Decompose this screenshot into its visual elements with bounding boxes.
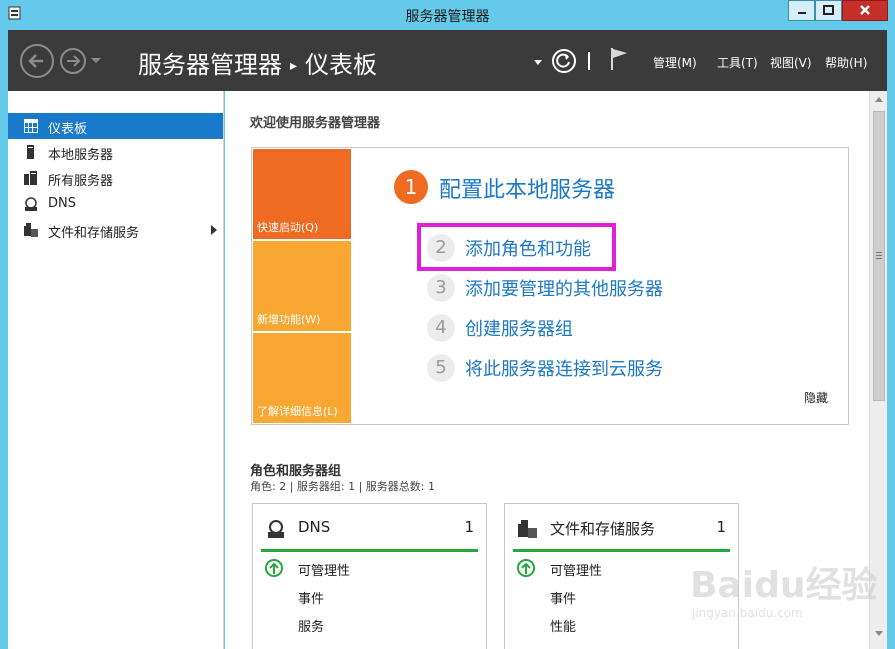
watermark-logo: Baidu经验 (690, 565, 878, 606)
window-title: 服务器管理器 (405, 9, 490, 25)
close-button[interactable] (842, 0, 888, 21)
roles-summary: 角色: 2 | 服务器组: 1 | 服务器总数: 1 (250, 480, 436, 493)
step-configure-local-server-link[interactable]: 配置此本地服务器 (439, 172, 615, 204)
scroll-up-arrow-icon[interactable] (875, 97, 883, 102)
arrow-right-icon (67, 55, 81, 67)
sidebar-item-dashboard[interactable]: 仪表板 (8, 113, 223, 139)
grip-icon (876, 252, 882, 259)
hide-link[interactable]: 隐藏 (804, 389, 828, 406)
header-bar: 服务器管理器 ▸ 仪表板 管理(M) 工具(T) 视图(V) 帮助(H) (8, 30, 887, 91)
sidebar-item-dns[interactable]: DNS (8, 191, 223, 217)
breadcrumb: 服务器管理器 ▸ 仪表板 (138, 45, 377, 80)
file-storage-icon (518, 520, 537, 538)
watermark-url: jingyan.baidu.com (692, 606, 803, 620)
role-card-title: 文件和存储服务 (550, 520, 656, 538)
notifications-flag-icon[interactable] (609, 47, 629, 71)
role-row-manageability[interactable]: 可管理性 (550, 560, 602, 579)
role-row-manageability[interactable]: 可管理性 (298, 560, 350, 579)
menu-tools[interactable]: 工具(T) (717, 54, 758, 71)
step-link[interactable]: 添加要管理的其他服务器 (465, 275, 663, 301)
role-card-title: DNS (298, 518, 331, 536)
tile-label: 了解详细信息(L) (257, 405, 338, 418)
tile-quick-start[interactable]: 快速启动(Q) (253, 149, 351, 239)
roles-heading: 角色和服务器组 (250, 464, 342, 479)
sidebar-item-file-storage[interactable]: 文件和存储服务 (8, 217, 223, 243)
sidebar-item-label: DNS (48, 196, 76, 211)
role-row-performance[interactable]: 性能 (550, 616, 576, 635)
tile-learn-more[interactable]: 了解详细信息(L) (253, 333, 351, 423)
dashboard-icon (24, 119, 38, 133)
sidebar-item-label: 文件和存储服务 (48, 226, 140, 241)
dns-icon (25, 197, 37, 211)
scrollbar-thumb[interactable] (873, 111, 885, 401)
refresh-button[interactable] (552, 49, 576, 73)
sidebar-item-label: 所有服务器 (48, 174, 114, 189)
dns-icon (268, 520, 284, 538)
nav-history-dropdown[interactable] (91, 58, 101, 63)
welcome-heading: 欢迎使用服务器管理器 (250, 116, 381, 131)
maximize-button[interactable] (815, 0, 842, 21)
annotation-highlight-box (417, 223, 616, 271)
refresh-icon (556, 53, 570, 68)
role-row-events[interactable]: 事件 (550, 588, 576, 607)
chevron-right-icon[interactable] (211, 225, 217, 235)
role-card-dns[interactable]: DNS 1 可管理性 事件 服务 (252, 503, 487, 649)
baidu-watermark: Baidu经验 jingyan.baidu.com (690, 556, 880, 636)
step-number: 1 (394, 170, 428, 204)
all-servers-icon (24, 171, 37, 185)
sidebar-item-local-server[interactable]: 本地服务器 (8, 139, 223, 165)
role-status-bar (513, 549, 730, 552)
back-button[interactable] (20, 44, 54, 78)
arrow-left-icon (28, 54, 43, 68)
breadcrumb-root[interactable]: 服务器管理器 (138, 51, 282, 79)
step-link[interactable]: 将此服务器连接到云服务 (465, 355, 663, 381)
close-icon (860, 5, 870, 15)
forward-button[interactable] (60, 48, 86, 74)
local-server-icon (27, 145, 34, 159)
sidebar-item-all-servers[interactable]: 所有服务器 (8, 165, 223, 191)
maximize-icon (823, 5, 834, 15)
status-ok-icon (517, 559, 535, 577)
quick-start-panel: 快速启动(Q) 新增功能(W) 了解详细信息(L) 1 配置此本地服务器 2 添… (251, 147, 849, 425)
file-storage-icon (24, 223, 38, 237)
role-status-bar (261, 549, 478, 552)
step-link[interactable]: 创建服务器组 (465, 315, 573, 341)
tile-label: 快速启动(Q) (257, 221, 319, 234)
role-row-services[interactable]: 服务 (298, 616, 324, 635)
role-row-events[interactable]: 事件 (298, 588, 324, 607)
header-divider (588, 52, 590, 70)
step-number: 3 (427, 274, 455, 302)
header-dropdown[interactable] (534, 60, 542, 65)
menu-manage[interactable]: 管理(M) (653, 54, 697, 71)
role-card-count: 1 (464, 518, 474, 536)
tile-label: 新增功能(W) (257, 313, 321, 326)
sidebar: 仪表板 本地服务器 所有服务器 DNS 文件和存储服务 (8, 91, 224, 649)
minimize-icon (798, 12, 806, 14)
tile-whats-new[interactable]: 新增功能(W) (253, 241, 351, 331)
sidebar-item-label: 仪表板 (48, 122, 88, 137)
sidebar-item-label: 本地服务器 (48, 148, 114, 163)
step-number: 5 (427, 354, 455, 382)
server-manager-window: 服务器管理器 服务器管理器 ▸ 仪表板 管理(M) 工具(T) 视图(V) 帮助… (0, 0, 895, 649)
menu-help[interactable]: 帮助(H) (825, 54, 867, 71)
breadcrumb-current: 仪表板 (305, 51, 378, 79)
breadcrumb-separator: ▸ (290, 58, 298, 74)
role-card-count: 1 (716, 518, 726, 536)
title-bar: 服务器管理器 (0, 0, 895, 30)
menu-view[interactable]: 视图(V) (770, 54, 812, 71)
step-number: 4 (427, 314, 455, 342)
status-ok-icon (265, 559, 283, 577)
minimize-button[interactable] (788, 0, 815, 21)
